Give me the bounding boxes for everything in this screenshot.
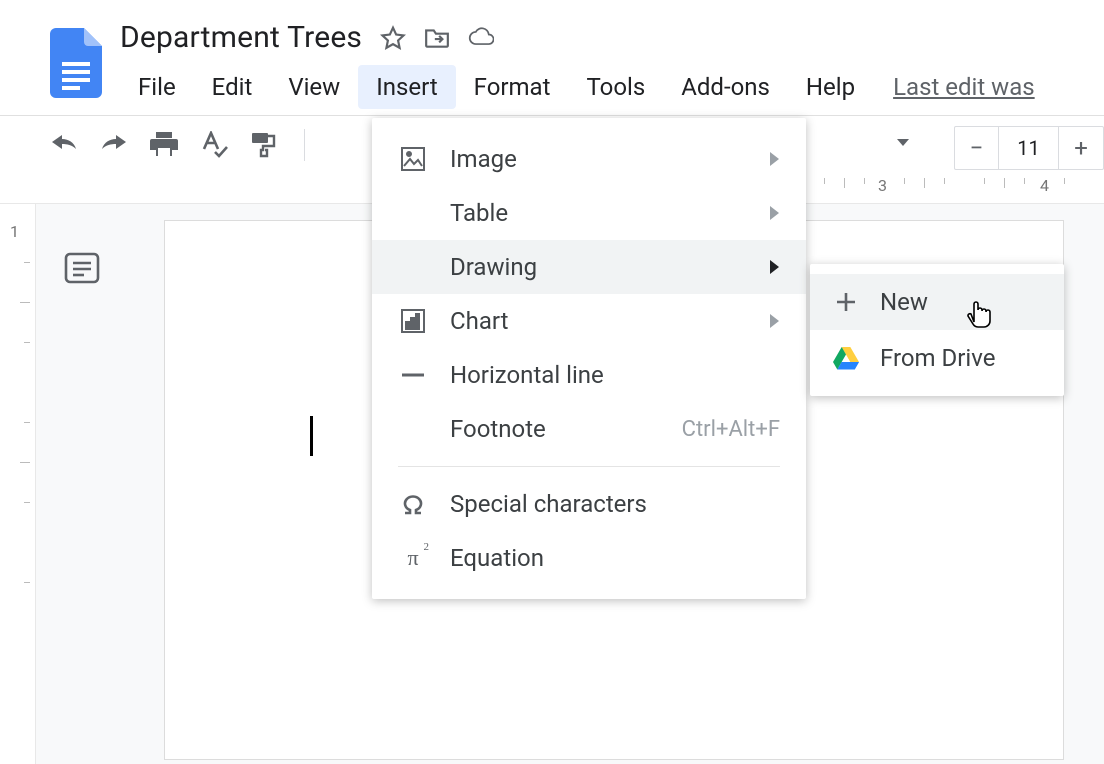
submenu-arrow-icon: [768, 313, 780, 329]
insert-hline-label: Horizontal line: [450, 361, 780, 389]
move-to-folder-icon[interactable]: [424, 25, 450, 51]
title-row: Department Trees: [120, 10, 1035, 55]
submenu-arrow-icon: [768, 259, 780, 275]
chart-icon: [398, 306, 428, 336]
drawing-submenu: New From Drive: [810, 264, 1064, 396]
submenu-arrow-icon: [768, 151, 780, 167]
insert-equation-label: Equation: [450, 544, 780, 572]
font-size-decrease-button[interactable]: −: [955, 127, 999, 169]
image-icon: [398, 144, 428, 174]
insert-drawing-label: Drawing: [450, 253, 768, 281]
drive-icon: [832, 344, 860, 372]
drawing-from-drive-item[interactable]: From Drive: [810, 330, 1064, 386]
insert-dropdown: Image Table Drawing Chart: [372, 118, 806, 599]
toolbar-separator: [304, 129, 305, 161]
drawing-icon: [398, 252, 428, 282]
footnote-icon: [398, 414, 428, 444]
submenu-arrow-icon: [768, 205, 780, 221]
insert-image-label: Image: [450, 145, 768, 173]
drawing-new-item[interactable]: New: [810, 274, 1064, 330]
menu-insert[interactable]: Insert: [358, 65, 455, 109]
table-icon: [398, 198, 428, 228]
ruler-number: 4: [1040, 176, 1049, 195]
menu-edit[interactable]: Edit: [194, 65, 271, 109]
text-cursor: [310, 416, 313, 456]
insert-chart-item[interactable]: Chart: [372, 294, 806, 348]
font-size-value[interactable]: 11: [999, 127, 1059, 169]
spellcheck-icon[interactable]: [200, 131, 228, 159]
font-dropdown-caret-icon[interactable]: [896, 138, 910, 148]
menu-view[interactable]: View: [270, 65, 358, 109]
drawing-from-drive-label: From Drive: [880, 344, 995, 372]
insert-horizontal-line-item[interactable]: Horizontal line: [372, 348, 806, 402]
insert-chart-label: Chart: [450, 307, 768, 335]
insert-special-label: Special characters: [450, 490, 780, 518]
menu-bar: File Edit View Insert Format Tools Add-o…: [120, 65, 1035, 109]
ruler-number: 3: [878, 176, 887, 195]
equation-icon: π2: [398, 543, 428, 573]
redo-icon[interactable]: [100, 131, 128, 159]
star-icon[interactable]: [380, 25, 406, 51]
dropdown-separator: [398, 466, 780, 467]
ruler-number: 1: [10, 222, 19, 241]
drawing-new-label: New: [880, 288, 928, 316]
insert-equation-item[interactable]: π2 Equation: [372, 531, 806, 585]
last-edit-link[interactable]: Last edit was: [893, 73, 1035, 101]
insert-table-item[interactable]: Table: [372, 186, 806, 240]
vertical-ruler[interactable]: 1: [0, 204, 36, 764]
undo-icon[interactable]: [50, 131, 78, 159]
menu-file[interactable]: File: [120, 65, 194, 109]
menu-help[interactable]: Help: [788, 65, 873, 109]
insert-footnote-label: Footnote: [450, 415, 682, 443]
font-size-increase-button[interactable]: +: [1059, 127, 1103, 169]
insert-footnote-item[interactable]: Footnote Ctrl+Alt+F: [372, 402, 806, 456]
horizontal-line-icon: [398, 360, 428, 390]
header: Department Trees File Edit View: [0, 0, 1104, 109]
menu-tools[interactable]: Tools: [568, 65, 663, 109]
insert-drawing-item[interactable]: Drawing: [372, 240, 806, 294]
insert-table-label: Table: [450, 199, 768, 227]
font-size-control: − 11 +: [954, 126, 1104, 170]
docs-app-icon[interactable]: [50, 28, 102, 98]
insert-special-characters-item[interactable]: Special characters: [372, 477, 806, 531]
footnote-shortcut: Ctrl+Alt+F: [682, 417, 780, 442]
document-title[interactable]: Department Trees: [120, 20, 362, 55]
document-outline-icon[interactable]: [64, 252, 100, 284]
omega-icon: [398, 489, 428, 519]
cloud-saved-icon[interactable]: [468, 25, 494, 51]
menu-addons[interactable]: Add-ons: [663, 65, 788, 109]
plus-icon: [832, 288, 860, 316]
paint-format-icon[interactable]: [250, 131, 278, 159]
menu-format[interactable]: Format: [456, 65, 569, 109]
print-icon[interactable]: [150, 131, 178, 159]
insert-image-item[interactable]: Image: [372, 132, 806, 186]
